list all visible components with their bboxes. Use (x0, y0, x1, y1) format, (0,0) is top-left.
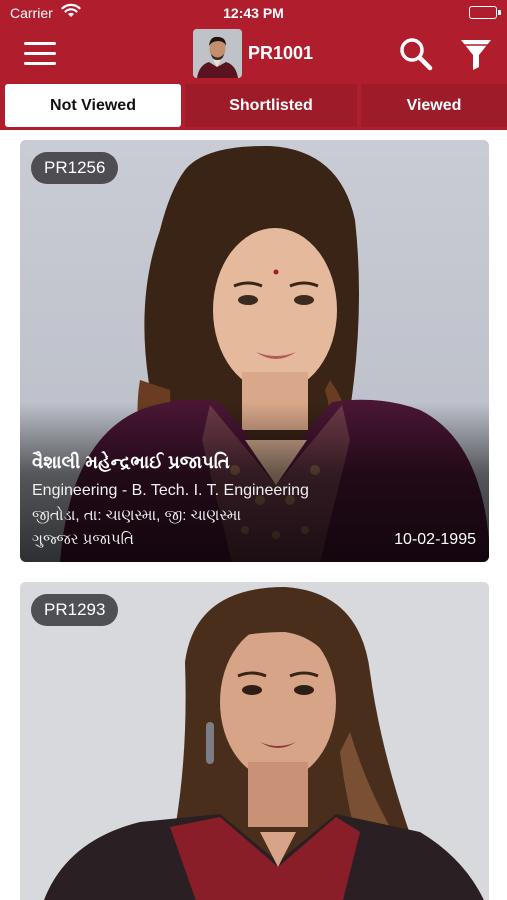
profile-location: જીતોડા, તા: ચાણસ્મા, જી: ચાણસ્મા (32, 507, 242, 524)
profile-education: Engineering - B. Tech. I. T. Engineering (32, 482, 309, 499)
tab-bar: Not Viewed Shortlisted Viewed (0, 81, 507, 130)
search-icon (400, 38, 433, 71)
hamburger-menu-icon (24, 42, 56, 45)
tab-viewed[interactable]: Viewed (361, 84, 507, 127)
profile-caste: ગુજ્જર પ્રજાપતિ (32, 531, 134, 548)
app-header: PR1001 (0, 26, 507, 81)
profile-name: વૈશાલી મહેન્દ્રભાઈ પ્રજાપતિ (32, 452, 230, 472)
profile-card[interactable]: PR1256 વૈશાલી મહેન્દ્રભાઈ પ્રજાપતિ Engin… (20, 140, 489, 562)
search-button[interactable] (398, 36, 434, 72)
filter-icon (461, 40, 491, 70)
tab-not-viewed[interactable]: Not Viewed (5, 84, 181, 127)
profile-birthdate: 10-02-1995 (394, 531, 476, 548)
tab-shortlisted[interactable]: Shortlisted (185, 84, 357, 127)
status-time: 12:43 PM (223, 5, 284, 21)
profile-id-title: PR1001 (248, 43, 314, 63)
status-bar: Carrier 12:43 PM (0, 0, 507, 26)
battery-icon (469, 6, 497, 19)
filter-button[interactable] (458, 36, 494, 72)
profile-id-badge: PR1293 (31, 594, 119, 626)
profile-id-badge: PR1256 (31, 152, 119, 184)
avatar[interactable] (193, 29, 242, 78)
profile-photo (20, 582, 489, 900)
menu-button[interactable] (22, 39, 58, 69)
profile-card[interactable]: PR1293 (20, 582, 489, 900)
